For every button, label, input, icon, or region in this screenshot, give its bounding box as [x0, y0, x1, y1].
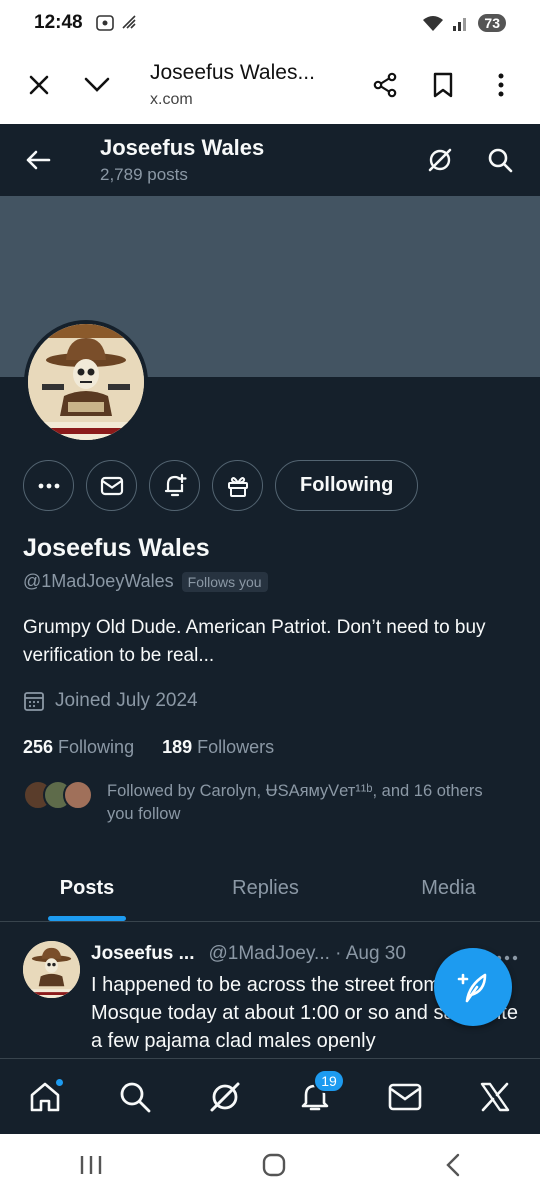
signal-icon — [453, 18, 467, 31]
grok-button[interactable] — [418, 138, 462, 182]
followers-stat[interactable]: 189 Followers — [162, 737, 274, 758]
mail-icon — [100, 476, 123, 495]
header-name: Joseefus Wales — [100, 135, 265, 160]
screenshot-icon — [95, 15, 114, 31]
tab-media[interactable]: Media — [357, 856, 540, 921]
tab-replies-label: Replies — [232, 877, 299, 899]
wifi-calling-icon — [122, 15, 136, 29]
close-tab-button[interactable] — [10, 56, 68, 114]
more-horizontal-icon — [38, 483, 59, 488]
recent-apps-button[interactable] — [79, 1154, 103, 1181]
nav-notifications[interactable]: 19 — [285, 1067, 345, 1127]
home-system-button[interactable] — [262, 1153, 286, 1182]
chevron-down-icon — [84, 77, 110, 92]
feather-plus-icon — [457, 973, 487, 1003]
handle-row: @1MadJoeyWales Follows you — [23, 571, 268, 592]
close-icon — [29, 75, 49, 95]
cowboy-skeleton-avatar-image — [28, 324, 144, 440]
page-url: x.com — [150, 91, 193, 108]
compose-post-button[interactable] — [434, 948, 512, 1026]
search-icon — [120, 1082, 151, 1112]
gift-button[interactable] — [212, 460, 263, 511]
mutual-avatar — [63, 780, 93, 810]
page-title: Joseefus Wales... — [150, 61, 315, 84]
search-button[interactable] — [478, 138, 522, 182]
share-button[interactable] — [356, 56, 414, 114]
notify-button[interactable] — [149, 460, 200, 511]
tab-posts-label: Posts — [59, 877, 115, 899]
minimize-button[interactable] — [68, 56, 126, 114]
search-icon — [488, 148, 513, 173]
followers-count: 189 — [162, 737, 193, 757]
tweet-author-name[interactable]: Joseefus ... — [91, 943, 195, 965]
menu-button[interactable] — [472, 56, 530, 114]
bell-plus-icon — [164, 473, 187, 496]
tweet-header: Joseefus ... @1MadJoey... · Aug 30 — [91, 943, 406, 965]
bookmark-button[interactable] — [414, 56, 472, 114]
profile-name: Joseefus Wales — [23, 534, 210, 562]
nav-x[interactable] — [465, 1067, 525, 1127]
following-button[interactable]: Following — [275, 460, 419, 511]
home-new-indicator — [54, 1076, 65, 1088]
share-icon — [373, 72, 397, 98]
back-chevron-icon — [445, 1153, 459, 1176]
nav-search[interactable] — [105, 1067, 165, 1127]
status-bar: 12:48 73 — [0, 0, 540, 46]
browser-titles: Joseefus Wales... x.com — [150, 61, 356, 109]
tab-posts[interactable]: Posts — [0, 856, 174, 921]
recent-apps-icon — [81, 1155, 102, 1174]
grok-icon — [428, 148, 452, 172]
profile-handle: @1MadJoeyWales — [23, 571, 174, 591]
message-button[interactable] — [86, 460, 137, 511]
wifi-icon — [423, 16, 444, 31]
followed-by[interactable]: Followed by Carolyn, ɄSAямyVет¹¹ᵇ, and 1… — [23, 780, 497, 826]
gift-icon — [227, 476, 248, 497]
back-button[interactable] — [0, 124, 76, 196]
calendar-icon — [24, 692, 44, 711]
profile-tabs: Posts Replies Media — [0, 856, 540, 922]
bookmark-icon — [433, 72, 453, 98]
joined-date: Joined July 2024 — [23, 690, 198, 712]
followers-label: Followers — [197, 737, 275, 757]
x-logo-icon — [480, 1082, 510, 1111]
status-time: 12:48 — [34, 12, 83, 33]
status-notification-icons — [95, 14, 139, 32]
grok-icon — [210, 1082, 240, 1111]
bottom-nav: 19 — [0, 1058, 540, 1134]
following-label: Following — [58, 737, 135, 757]
tweet-meta: @1MadJoey... · Aug 30 — [208, 943, 406, 964]
home-circle-icon — [262, 1153, 286, 1176]
cowboy-skeleton-avatar-image — [23, 941, 80, 998]
notifications-badge: 19 — [313, 1068, 345, 1093]
system-navigation — [0, 1134, 540, 1200]
more-options-button[interactable] — [23, 460, 74, 511]
arrow-left-icon — [26, 150, 51, 170]
follows-you-badge: Follows you — [181, 571, 268, 592]
profile-bio: Grumpy Old Dude. American Patriot. Don’t… — [23, 617, 486, 666]
tweet-avatar[interactable] — [23, 941, 80, 998]
nav-grok[interactable] — [195, 1067, 255, 1127]
more-vertical-icon — [498, 73, 504, 97]
profile-actions: Following — [23, 460, 419, 511]
header-posts-count: 2,789 posts — [100, 165, 188, 184]
nav-messages[interactable] — [375, 1067, 435, 1127]
nav-home[interactable] — [15, 1067, 75, 1127]
back-system-button[interactable] — [445, 1153, 461, 1182]
following-count: 256 — [23, 737, 54, 757]
followed-by-text: Followed by Carolyn, ɄSAямyVет¹¹ᵇ, and 1… — [107, 782, 483, 823]
mutual-avatars — [23, 780, 95, 812]
follow-stats: 256 Following 189 Followers — [23, 737, 274, 758]
tab-media-label: Media — [421, 877, 476, 899]
tab-replies[interactable]: Replies — [174, 856, 357, 921]
battery-level: 73 — [478, 14, 506, 32]
mail-icon — [388, 1083, 422, 1110]
active-tab-indicator — [48, 916, 126, 921]
browser-bar: Joseefus Wales... x.com — [0, 46, 540, 124]
profile-avatar[interactable] — [24, 320, 148, 444]
joined-text: Joined July 2024 — [55, 690, 198, 711]
following-stat[interactable]: 256 Following — [23, 737, 134, 758]
profile-header: Joseefus Wales 2,789 posts — [0, 124, 540, 196]
